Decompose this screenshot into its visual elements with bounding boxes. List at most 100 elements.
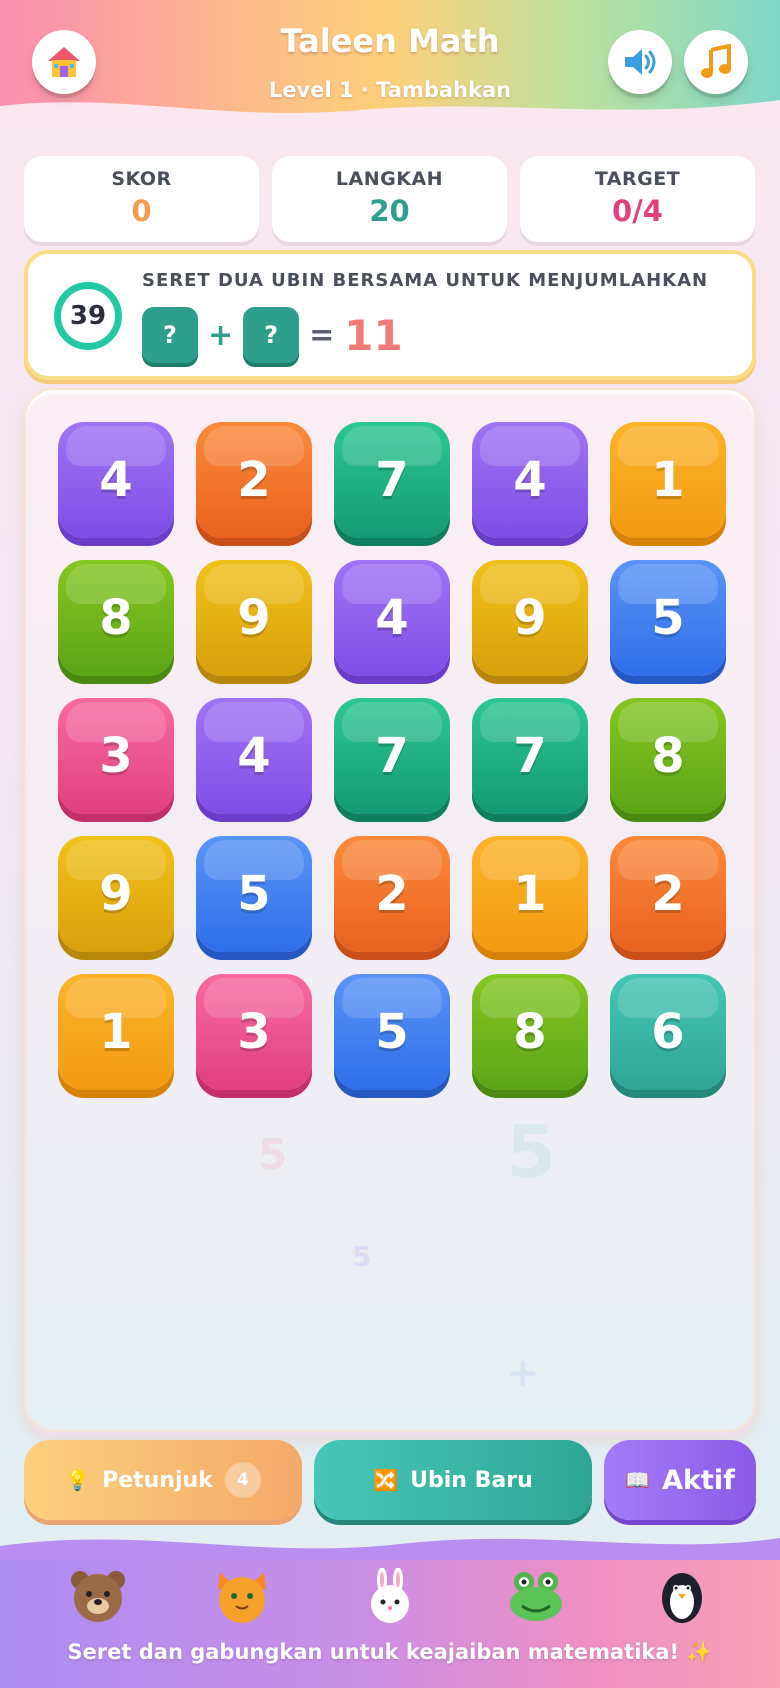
tile-number: 4 [375, 590, 409, 646]
tile-number: 3 [237, 1004, 271, 1060]
home-button[interactable] [32, 30, 96, 94]
tile-number: 9 [99, 866, 133, 922]
tile-number: 1 [651, 452, 685, 508]
cat-icon [218, 1572, 266, 1623]
tile-number: 4 [99, 452, 133, 508]
number-tile[interactable]: 1 [472, 836, 588, 952]
number-tile[interactable]: 9 [196, 560, 312, 676]
tile-number: 6 [651, 1004, 685, 1060]
active-mode-button[interactable]: 📖 Aktif [604, 1440, 756, 1520]
new-tiles-label: Ubin Baru [410, 1467, 533, 1493]
level-subtitle: Level 1 · Tambahkan [268, 78, 512, 102]
tile-number: 8 [99, 590, 133, 646]
countdown-timer: 39 [54, 282, 122, 350]
number-tile[interactable]: 6 [610, 974, 726, 1090]
number-tile[interactable]: 8 [610, 698, 726, 814]
left-operand-slot: ? [142, 307, 198, 363]
plus-sign: + [208, 317, 234, 353]
tile-board: 5 5 5 + 4 2 7 4 1 8 9 4 9 5 3 4 7 7 8 9 5 2 1 2 1 3 5 8 6 [24, 388, 756, 1432]
footer-bar: Seret dan gabungkan untuk keajaiban mate… [0, 1538, 780, 1688]
tile-number: 7 [375, 452, 409, 508]
footer-tagline: Seret dan gabungkan untuk keajaiban mate… [67, 1640, 713, 1664]
tile-number: 9 [237, 590, 271, 646]
hint-button[interactable]: 💡 Petunjuk 4 [24, 1440, 302, 1520]
background-plus: + [506, 1350, 540, 1396]
active-label: Aktif [662, 1464, 735, 1496]
number-tile[interactable]: 1 [58, 974, 174, 1090]
moves-card: LANGKAH 20 [272, 156, 507, 242]
header-bar: Taleen Math Level 1 · Tambahkan [0, 0, 780, 132]
right-operand-slot: ? [243, 307, 300, 363]
house-icon [48, 47, 80, 77]
score-value: 0 [131, 194, 152, 228]
music-note-icon [701, 44, 731, 78]
number-tile[interactable]: 5 [610, 560, 726, 676]
number-tile[interactable]: 7 [334, 698, 450, 814]
hint-count-badge: 4 [224, 1462, 261, 1498]
tile-number: 7 [513, 728, 547, 784]
number-tile[interactable]: 2 [196, 422, 312, 538]
number-tile[interactable]: 4 [472, 422, 588, 538]
score-card: SKOR 0 [24, 156, 259, 242]
instruction-panel: 39 SERET DUA UBIN BERSAMA UNTUK MENJUMLA… [24, 250, 756, 380]
speaker-icon [625, 49, 656, 75]
tile-number: 4 [237, 728, 271, 784]
music-button[interactable] [684, 30, 748, 94]
equals-sign: = [309, 317, 335, 353]
moves-value: 20 [369, 194, 410, 228]
tile-number: 9 [513, 590, 547, 646]
number-tile[interactable]: 7 [334, 422, 450, 538]
footer-wave [0, 1538, 780, 1560]
number-tile[interactable]: 1 [610, 422, 726, 538]
instruction-text: SERET DUA UBIN BERSAMA UNTUK MENJUMLAHKA… [142, 270, 709, 291]
tile-number: 3 [99, 728, 133, 784]
background-digit: 5 [258, 1130, 288, 1179]
tile-number: 7 [375, 728, 409, 784]
background-digit: 5 [506, 1110, 557, 1194]
target-sum: 11 [344, 310, 403, 360]
tile-number: 8 [513, 1004, 547, 1060]
bear-icon [71, 1571, 125, 1622]
tile-number: 1 [513, 866, 547, 922]
frog-icon [510, 1572, 562, 1621]
sound-button[interactable] [608, 30, 672, 94]
tile-number: 2 [651, 866, 685, 922]
tile-number: 1 [99, 1004, 133, 1060]
number-tile[interactable]: 4 [334, 560, 450, 676]
target-value: 0/4 [612, 194, 663, 228]
target-card: TARGET 0/4 [520, 156, 755, 242]
app-title: Taleen Math [280, 22, 500, 60]
number-tile[interactable]: 5 [196, 836, 312, 952]
tile-number: 4 [513, 452, 547, 508]
number-tile[interactable]: 5 [334, 974, 450, 1090]
number-tile[interactable]: 4 [196, 698, 312, 814]
tile-number: 8 [651, 728, 685, 784]
number-tile[interactable]: 7 [472, 698, 588, 814]
number-tile[interactable]: 9 [58, 836, 174, 952]
number-tile[interactable]: 3 [58, 698, 174, 814]
tile-number: 5 [237, 866, 271, 922]
number-tile[interactable]: 9 [472, 560, 588, 676]
shuffle-icon: 🔀 [373, 1468, 399, 1492]
number-tile[interactable]: 4 [58, 422, 174, 538]
number-tile[interactable]: 8 [472, 974, 588, 1090]
tile-number: 2 [375, 866, 409, 922]
score-label: SKOR [111, 168, 172, 190]
tile-number: 5 [651, 590, 685, 646]
equation: ? + ? = 11 [142, 306, 403, 364]
number-tile[interactable]: 8 [58, 560, 174, 676]
lightbulb-icon: 💡 [65, 1468, 91, 1492]
book-icon: 📖 [625, 1468, 651, 1492]
new-tiles-button[interactable]: 🔀 Ubin Baru [314, 1440, 592, 1520]
number-tile[interactable]: 2 [334, 836, 450, 952]
tile-number: 2 [237, 452, 271, 508]
bunny-icon [371, 1568, 409, 1623]
background-digit: 5 [352, 1240, 372, 1273]
tile-number: 5 [375, 1004, 409, 1060]
penguin-icon [662, 1573, 702, 1623]
number-tile[interactable]: 3 [196, 974, 312, 1090]
hint-label: Petunjuk [102, 1467, 213, 1493]
moves-label: LANGKAH [335, 168, 444, 190]
number-tile[interactable]: 2 [610, 836, 726, 952]
target-label: TARGET [594, 168, 681, 190]
